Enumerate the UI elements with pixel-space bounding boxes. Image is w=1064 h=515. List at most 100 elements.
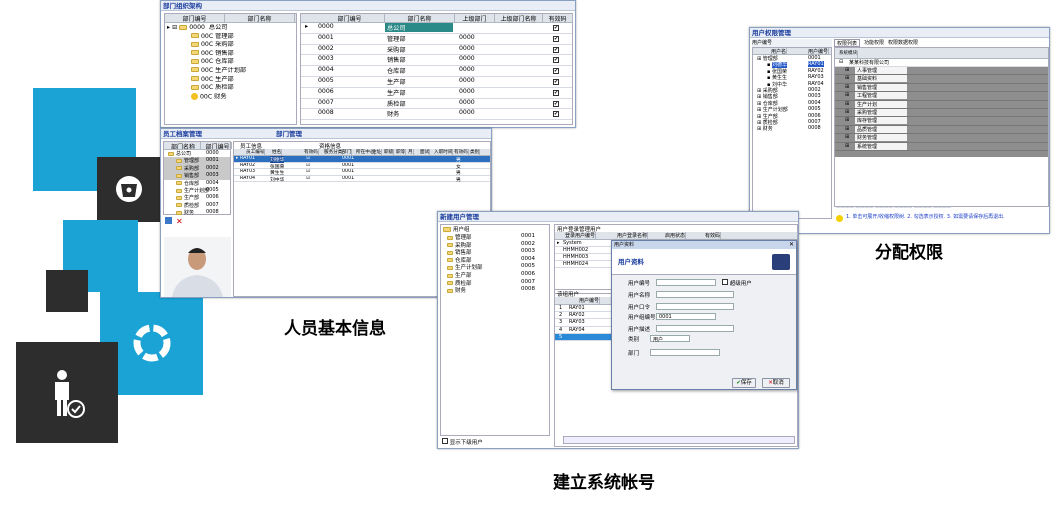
- org-structure-window: 部门组织架构 部门编号 部门名称 ▸ ⊟ 0000 总公司 00C 管理部 00…: [160, 0, 576, 128]
- tree-item[interactable]: 质检部 0007: [164, 202, 230, 209]
- table-row[interactable]: 0007 质检部 0000 ✔: [301, 99, 572, 110]
- valid-checkbox[interactable]: ✔: [553, 67, 559, 75]
- module-row[interactable]: ⊞ 人事管理: [835, 67, 1048, 76]
- module-row[interactable]: ⊞ 销售管理: [835, 83, 1048, 93]
- module-row[interactable]: ⊞ 库存管理: [835, 117, 1048, 126]
- table-row[interactable]: 0005 生产部 0000 ✔: [301, 77, 572, 88]
- tab-data[interactable]: 权限数据权限: [888, 39, 918, 47]
- tree-item[interactable]: 00C 质检部: [167, 84, 294, 93]
- tree-item[interactable]: 00C 财务: [167, 92, 294, 102]
- org-grid: 部门编号 部门名称 上级部门 上级部门名称 有效码 ▸ 0000 总公司 ✔ 0001 管…: [300, 13, 573, 125]
- field-label: 用户描述: [628, 327, 651, 333]
- tab-function[interactable]: 功能权限: [864, 39, 884, 47]
- tree-item[interactable]: 00C 采购部: [167, 41, 294, 50]
- field-input[interactable]: [656, 279, 716, 286]
- module-row[interactable]: ⊞ 系统管理: [835, 142, 1048, 151]
- tree-item[interactable]: 00C 生产部: [167, 76, 294, 85]
- module-row[interactable]: ⊞ 品质管理: [835, 125, 1048, 135]
- window-title: 用户权限管理: [750, 28, 1049, 38]
- valid-checkbox[interactable]: ✔: [553, 35, 559, 42]
- collapse-icon: ⊟: [839, 59, 844, 65]
- tab-permission-list[interactable]: 权限列表: [834, 39, 861, 47]
- perm-status: ———— ———— ———— ———— ———— ————: [836, 206, 952, 211]
- window-title: 新建用户管理: [438, 212, 798, 222]
- valid-checkbox[interactable]: ✔: [553, 24, 559, 31]
- lightbulb-icon: [836, 215, 843, 222]
- module-row[interactable]: ⊞ 基础资料: [835, 75, 1048, 84]
- tree-item[interactable]: 总公司 0000: [164, 150, 230, 157]
- window-title: 员工档案管理 部门管理: [161, 129, 491, 139]
- perm-left-header: 用户编号: [752, 39, 832, 47]
- field-input[interactable]: [656, 291, 734, 298]
- group-item[interactable]: 生产部 0006: [441, 271, 549, 279]
- valid-checkbox[interactable]: ✔: [553, 110, 559, 118]
- module-row[interactable]: ⊞ 生产计划: [835, 100, 1048, 109]
- tree-root[interactable]: ▸ ⊟ 0000 总公司: [167, 24, 294, 33]
- caption-personnel: 人员基本信息: [284, 319, 386, 339]
- person-icon: [191, 92, 198, 100]
- table-row[interactable]: 0003 销售部 0000 ✔: [301, 55, 572, 67]
- table-row[interactable]: 0006 生产部 0000 ✔: [301, 88, 572, 99]
- show-subgroups-checkbox[interactable]: 显示下级用户: [442, 438, 483, 446]
- tree-item[interactable]: 00C 生产计划部: [167, 67, 294, 76]
- valid-checkbox[interactable]: ✔: [553, 46, 559, 53]
- org-tree[interactable]: ▸ ⊟ 0000 总公司 00C 管理部 00C 采购部 00C 销售部 00C…: [165, 23, 296, 102]
- table-row[interactable]: 0002 采购部 0000 ✔: [301, 45, 572, 56]
- tree-item[interactable]: 采购部 0002: [164, 164, 230, 173]
- user-info-dialog: 用户资料 ✕ 用户资料 用户编号 用户名称 用户口令 用户组编号 0001 用户描述 类别用…: [611, 240, 797, 390]
- staff-dept-tree: 部门名称 部门编号 总公司 0000 管理部 0001 采购部 0002 销售部 0003 仓库…: [163, 141, 232, 216]
- valid-checkbox[interactable]: ✔: [553, 78, 559, 85]
- module-row[interactable]: ⊞ 工程管理: [835, 92, 1048, 101]
- group-item[interactable]: 采购部 0002: [441, 241, 549, 249]
- table-row[interactable]: 0001 管理部 0000 ✔: [301, 34, 572, 45]
- valid-checkbox[interactable]: ✔: [553, 56, 559, 64]
- table-row[interactable]: 0004 仓库部 0000 ✔: [301, 66, 572, 77]
- group-item[interactable]: 销售部 0003: [441, 248, 549, 256]
- bucket-icon: [116, 176, 142, 202]
- cancel-button[interactable]: ✕取消: [762, 378, 790, 388]
- group-item[interactable]: 生产计划部 0005: [441, 263, 549, 271]
- tree-item[interactable]: 00C 销售部: [167, 50, 294, 59]
- module-row[interactable]: ⊞ 财务管理: [835, 134, 1048, 143]
- field-input[interactable]: [656, 303, 734, 310]
- field-label: 部门: [628, 351, 640, 357]
- save-button[interactable]: ✔保存: [732, 378, 756, 388]
- close-icon[interactable]: ✕: [789, 241, 794, 248]
- tree-item[interactable]: 00C 管理部: [167, 33, 294, 42]
- field-input[interactable]: 用户: [650, 335, 690, 343]
- org-grid-body: ▸ 0000 总公司 ✔ 0001 管理部 0000 ✔ 0002 采购部 0000 ✔ 0003 销售部…: [301, 23, 572, 123]
- field-input[interactable]: 0001: [656, 313, 716, 320]
- valid-checkbox[interactable]: ✔: [553, 89, 559, 96]
- tree-item[interactable]: 财务 0008: [164, 209, 230, 216]
- field-label: 用户组编号: [628, 315, 656, 321]
- tree-item[interactable]: 销售部 0003: [164, 172, 230, 180]
- group-item[interactable]: 仓库部 0004: [441, 256, 549, 264]
- module-row[interactable]: ⊞ 采购管理: [835, 109, 1048, 118]
- perm-tabs: 权限列表 功能权限 权限数据权限: [834, 39, 1049, 47]
- valid-checkbox[interactable]: ✔: [553, 100, 559, 107]
- tree-item[interactable]: 仓库部 0004: [164, 180, 230, 187]
- tree-header-name: 部门名称: [225, 14, 295, 23]
- tree-item[interactable]: 管理部 0001: [164, 157, 230, 165]
- org-grid-header: 部门编号 部门名称 上级部门 上级部门名称 有效码: [301, 14, 573, 23]
- add-icon[interactable]: [165, 217, 172, 224]
- perm-grid: 系统模块 ⊟ 某某科技有限公司 ⊞ 人事管理 ⊞ 基础资料 ⊞ 销售管理 ⊞ 工程管理 ⊞ 生产计划…: [834, 47, 1049, 207]
- table-row[interactable]: 0008 财务 0000 ✔: [301, 109, 572, 121]
- field-input[interactable]: [650, 349, 720, 356]
- tree-item[interactable]: ⊞ 财务 0008: [753, 125, 831, 132]
- field-input[interactable]: [656, 325, 734, 332]
- table-row[interactable]: RAY04 刘中华 ☑ 0001 男: [234, 175, 490, 183]
- tree-item[interactable]: 00C 仓库部: [167, 58, 294, 67]
- group-item[interactable]: 财务 0008: [441, 286, 549, 294]
- permission-window: 用户权限管理 用户编号 用户名 用户编号 ⊞ 管理部 0001 ▪ 刘德华 RAY01…: [749, 27, 1050, 234]
- group-item[interactable]: 质检部 0007: [441, 279, 549, 287]
- printer-icon: [772, 254, 790, 270]
- perm-note: 1. 单击可展开/收缩权限树. 2. 勾选表示授权. 3. 如需要请保存后再退出…: [836, 214, 1048, 232]
- table-row[interactable]: ▸ 0000 总公司 ✔: [301, 23, 572, 34]
- delete-icon[interactable]: ✕: [176, 218, 183, 226]
- tree-item[interactable]: 生产部 0006: [164, 194, 230, 201]
- group-item[interactable]: 管理部 0001: [441, 233, 549, 241]
- field-label: 类别: [628, 337, 640, 343]
- admin-checkbox[interactable]: 超级用户: [722, 279, 752, 287]
- tree-item[interactable]: 生产计划部 0005: [164, 187, 230, 194]
